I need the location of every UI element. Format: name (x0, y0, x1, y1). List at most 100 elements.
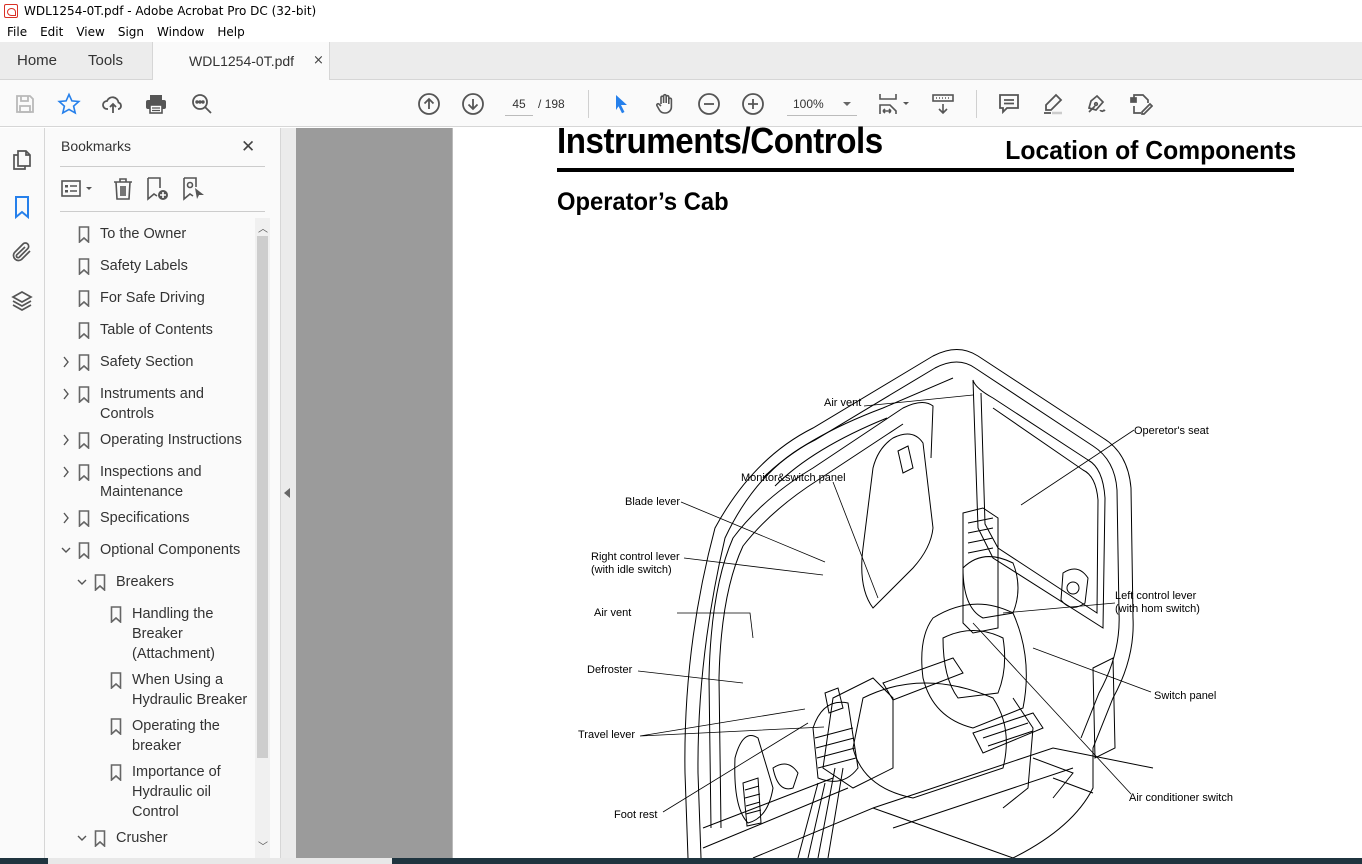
bookmark-icon (78, 290, 90, 307)
menu-file[interactable]: File (0, 25, 33, 39)
chevron-down-icon[interactable] (76, 574, 88, 590)
bookmark-icon (78, 258, 90, 275)
label-left-control-lever-sub: (with hom switch) (1115, 603, 1200, 615)
label-travel-lever: Travel lever (578, 729, 635, 741)
label-blade-lever: Blade lever (625, 496, 680, 508)
comment-icon[interactable] (996, 91, 1022, 117)
chevron-right-icon[interactable] (60, 510, 72, 526)
bookmark-label: Importance of Hydraulic oil Control (132, 764, 221, 820)
menu-sign[interactable]: Sign (111, 25, 150, 39)
sign-icon[interactable] (1084, 91, 1110, 117)
tab-document[interactable]: WDL1254-0T.pdf × (152, 42, 330, 80)
next-page-icon[interactable] (460, 91, 486, 117)
bookmark-label: Safety Section (100, 354, 194, 370)
page-separator: / (538, 97, 542, 111)
bookmark-label: Handling the Breaker (Attachment) (132, 606, 215, 662)
new-bookmark-icon[interactable] (145, 176, 171, 202)
tab-tools[interactable]: Tools (88, 42, 123, 80)
page-thumbnails-icon[interactable] (10, 148, 34, 172)
previous-page-icon[interactable] (416, 91, 442, 117)
fit-page-icon[interactable] (876, 91, 912, 117)
upload-cloud-icon[interactable] (100, 91, 126, 117)
label-right-control-lever: Right control lever (591, 551, 680, 563)
close-tab-icon[interactable]: × (313, 42, 324, 80)
bookmarks-icon[interactable] (10, 195, 34, 220)
bookmark-label: Specifications (100, 510, 190, 526)
save-icon[interactable] (12, 91, 38, 117)
bookmark-icon (110, 718, 122, 735)
chevron-down-icon (843, 102, 851, 106)
bookmark-label: Crusher (116, 830, 168, 846)
edit-pdf-icon[interactable] (1128, 91, 1154, 117)
zoom-out-icon[interactable] (696, 91, 722, 117)
bookmark-label: To the Owner (100, 226, 187, 242)
zoom-level-value: 100% (793, 97, 824, 111)
bookmark-label: Safety Labels (100, 258, 188, 274)
menu-view[interactable]: View (69, 25, 110, 39)
scroll-up-icon[interactable]: ︿ (258, 220, 268, 235)
bookmark-icon (78, 386, 90, 403)
bookmark-label: Table of Contents (100, 322, 213, 338)
hand-icon[interactable] (652, 91, 678, 117)
cab-drawing (684, 349, 1154, 858)
tab-home[interactable]: Home (17, 42, 57, 80)
label-left-control-lever: Left control lever (1115, 590, 1197, 602)
bookmark-icon (110, 764, 122, 781)
bookmark-label: When Using a Hydraulic Breaker (132, 672, 248, 708)
taskbar-item[interactable] (48, 858, 392, 864)
chevron-down-icon[interactable] (60, 542, 72, 558)
chevron-right-icon[interactable] (60, 354, 72, 370)
scrollbar-thumb[interactable] (257, 236, 268, 758)
select-arrow-icon[interactable] (608, 91, 634, 117)
panel-splitter[interactable] (280, 128, 296, 864)
highlight-icon[interactable] (1040, 91, 1066, 117)
bookmark-label: Optional Components (100, 542, 241, 558)
bookmark-icon (78, 432, 90, 449)
total-pages: 198 (544, 97, 565, 111)
menu-bar: File Edit View Sign Window Help (0, 22, 1362, 42)
new-bookmark-from-structure-icon[interactable] (181, 176, 207, 202)
bookmark-label: Operating the breaker (132, 718, 220, 754)
attachments-icon[interactable] (10, 240, 34, 264)
chevron-right-icon[interactable] (60, 432, 72, 448)
label-monitor-switch-panel: Monitor&switch panel (741, 472, 846, 484)
pdf-page: Instruments/Controls Location of Compone… (452, 120, 1362, 858)
label-foot-rest: Foot rest (614, 809, 657, 821)
label-defroster: Defroster (587, 664, 633, 676)
bookmark-icon (78, 354, 90, 371)
chevron-down-icon[interactable] (76, 830, 88, 846)
scroll-mode-icon[interactable] (930, 91, 956, 117)
chevron-right-icon[interactable] (60, 386, 72, 402)
find-icon[interactable] (189, 91, 215, 117)
zoom-level-dropdown[interactable]: 100% (787, 94, 857, 116)
acrobat-app-icon (4, 4, 18, 18)
label-operator-seat: Operetor's seat (1134, 425, 1209, 437)
options-menu-icon[interactable] (60, 176, 96, 202)
navigation-rail (0, 128, 45, 864)
close-panel-icon[interactable]: ✕ (241, 137, 255, 157)
zoom-in-icon[interactable] (740, 91, 766, 117)
bookmarks-scrollbar[interactable]: ︿ ﹀ (255, 218, 270, 858)
bookmark-label: Operating Instructions (100, 432, 242, 448)
bookmark-star-icon[interactable] (56, 91, 82, 117)
bookmarks-panel-title: Bookmarks (61, 138, 132, 154)
document-viewer[interactable]: Instruments/Controls Location of Compone… (296, 120, 1362, 858)
bookmark-label: Instruments and Controls (100, 386, 204, 422)
menu-help[interactable]: Help (210, 25, 250, 39)
label-right-control-lever-sub: (with idle switch) (591, 564, 672, 576)
bookmark-icon (78, 542, 90, 559)
delete-bookmark-icon[interactable] (111, 176, 135, 202)
print-icon[interactable] (143, 91, 169, 117)
page-number-input[interactable]: 45 (505, 94, 533, 116)
layers-icon[interactable] (10, 289, 34, 313)
collapse-panel-icon[interactable] (284, 488, 290, 498)
chevron-right-icon[interactable] (60, 464, 72, 480)
scroll-down-icon[interactable]: ﹀ (258, 838, 268, 853)
bookmark-icon (78, 464, 90, 481)
menu-edit[interactable]: Edit (33, 25, 69, 39)
window-title: WDL1254-0T.pdf - Adobe Acrobat Pro DC (3… (24, 4, 317, 18)
label-air-vent-left: Air vent (594, 607, 631, 619)
label-air-vent-top: Air vent (824, 397, 861, 409)
operator-cab-diagram: Air vent Operetor's seat Monitor&switch … (578, 349, 1233, 858)
menu-window[interactable]: Window (150, 25, 210, 39)
